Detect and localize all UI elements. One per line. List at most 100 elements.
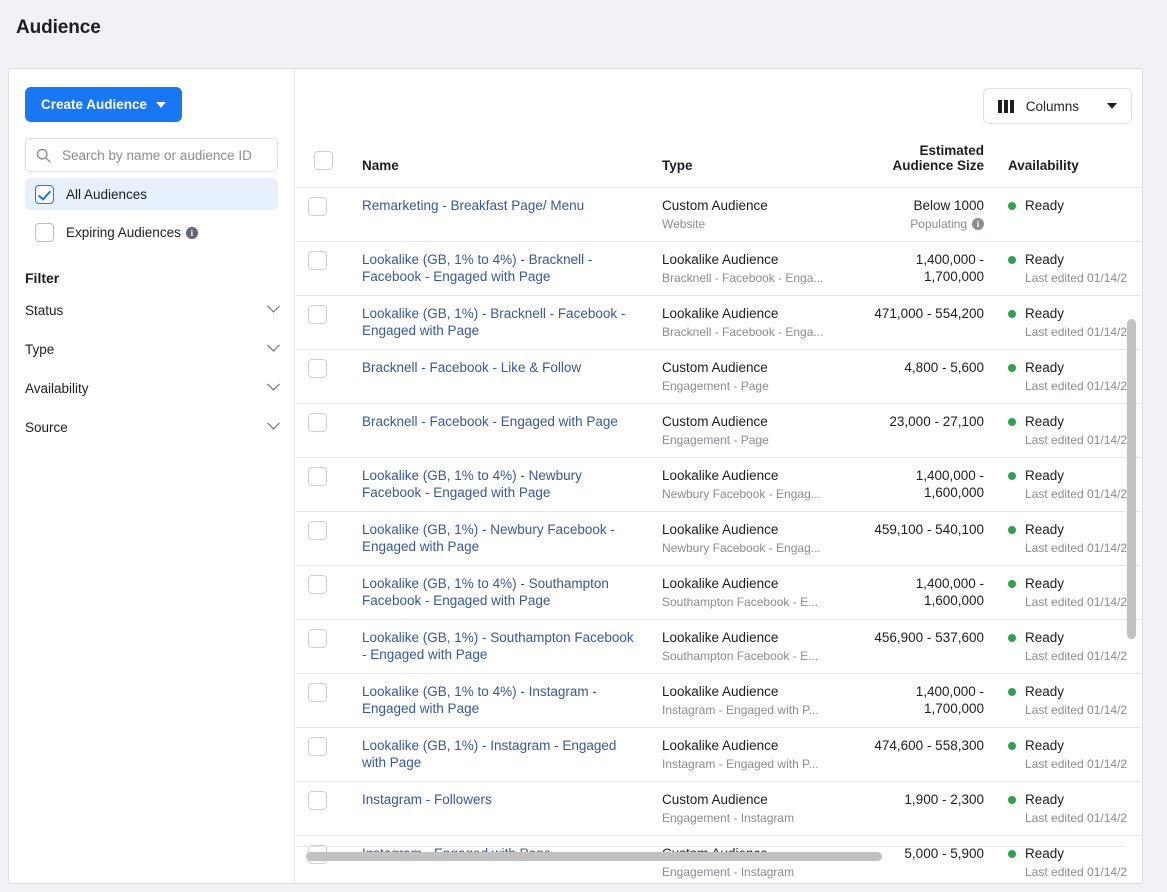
checkbox-expiring-audiences[interactable]	[35, 222, 54, 242]
create-audience-button[interactable]: Create Audience	[25, 87, 183, 122]
horizontal-scrollbar-thumb[interactable]	[306, 852, 882, 861]
checkbox-row[interactable]	[308, 521, 327, 540]
status-badge: Ready	[1008, 197, 1140, 214]
audience-name-link[interactable]: Lookalike (GB, 1% to 4%) - Bracknell - F…	[362, 251, 638, 285]
last-edited-text: Last edited 01/14/2	[1025, 379, 1128, 393]
row-select-cell	[296, 241, 350, 296]
status-badge: Ready	[1008, 683, 1140, 700]
table-header-row: Name Type Estimated Audience Size Availa…	[296, 143, 1142, 188]
search-box[interactable]	[25, 138, 278, 172]
checkbox-row[interactable]	[308, 575, 327, 594]
last-edited-text: Last edited 01/14/2	[1025, 757, 1128, 771]
audience-source: Instagram - Engaged with P...	[662, 757, 819, 771]
status-badge: Ready	[1008, 575, 1140, 592]
status-dot-icon	[1008, 363, 1016, 372]
table-row[interactable]: Bracknell - Facebook - Engaged with Page…	[296, 403, 1142, 458]
table-row[interactable]: Lookalike (GB, 1% to 4%) - Bracknell - F…	[296, 241, 1142, 296]
header-availability[interactable]: Availability	[996, 143, 1142, 188]
table-bottom-divider	[296, 846, 1124, 847]
table-panel: Columns Name Type Estimated Audience Siz…	[296, 69, 1142, 883]
checkbox-all-audiences[interactable]	[35, 184, 54, 204]
table-viewport[interactable]: Name Type Estimated Audience Size Availa…	[296, 143, 1142, 883]
audience-name-link[interactable]: Lookalike (GB, 1%) - Bracknell - Faceboo…	[362, 305, 638, 339]
audience-name-link[interactable]: Bracknell - Facebook - Like & Follow	[362, 359, 638, 376]
page-header: Audience	[0, 0, 1167, 55]
horizontal-scrollbar[interactable]	[306, 852, 1120, 861]
audience-name-link[interactable]: Instagram - Followers	[362, 791, 638, 808]
checkbox-row[interactable]	[308, 629, 327, 648]
row-availability-cell: Ready	[996, 187, 1142, 242]
info-icon[interactable]: i	[972, 218, 984, 230]
last-edited-text: Last edited 01/14/2	[1025, 433, 1128, 447]
status-badge: Ready	[1008, 305, 1140, 322]
vertical-scrollbar[interactable]	[1127, 319, 1136, 853]
filter-source[interactable]: Source	[25, 412, 280, 442]
columns-button[interactable]: Columns	[982, 88, 1132, 124]
filter-source-label: Source	[25, 419, 68, 435]
checkbox-select-all[interactable]	[313, 151, 333, 170]
filter-type[interactable]: Type	[25, 334, 280, 364]
checkbox-row[interactable]	[308, 467, 327, 486]
checkbox-row[interactable]	[308, 359, 327, 378]
availability-text: Ready	[1025, 630, 1065, 645]
scope-expiring-audiences[interactable]: Expiring Audiences i	[25, 216, 278, 248]
audience-name-link[interactable]: Lookalike (GB, 1%) - Instagram - Engaged…	[362, 737, 638, 771]
row-select-cell	[296, 673, 350, 728]
checkbox-row[interactable]	[308, 413, 327, 432]
vertical-scrollbar-thumb[interactable]	[1127, 319, 1136, 639]
table-row[interactable]: Lookalike (GB, 1%) - Newbury Facebook - …	[296, 511, 1142, 566]
audience-name-link[interactable]: Lookalike (GB, 1% to 4%) - Instagram - E…	[362, 683, 638, 717]
filter-status[interactable]: Status	[25, 295, 280, 325]
status-dot-icon	[1008, 633, 1016, 642]
audience-name-link[interactable]: Bracknell - Facebook - Engaged with Page	[362, 413, 638, 430]
filter-availability[interactable]: Availability	[25, 373, 280, 403]
table-row[interactable]: Instagram - Followers Custom Audience Enga…	[296, 781, 1142, 836]
table-row[interactable]: Lookalike (GB, 1% to 4%) - Southampton F…	[296, 565, 1142, 620]
table-row[interactable]: Lookalike (GB, 1%) - Bracknell - Faceboo…	[296, 295, 1142, 350]
row-size-cell: 1,400,000 - 1,700,000	[850, 673, 996, 728]
checkbox-row[interactable]	[308, 737, 327, 756]
chevron-down-icon	[1107, 103, 1117, 109]
audience-size: 1,400,000 - 1,700,000	[915, 684, 984, 716]
table-row[interactable]: Lookalike (GB, 1% to 4%) - Newbury Faceb…	[296, 457, 1142, 512]
table-row[interactable]: Bracknell - Facebook - Like & Follow Cust…	[296, 349, 1142, 404]
last-edited-text: Last edited 01/14/2	[1025, 703, 1128, 717]
row-name-cell: Lookalike (GB, 1% to 4%) - Newbury Faceb…	[350, 457, 650, 512]
row-size-cell: 1,900 - 2,300	[850, 781, 996, 836]
info-icon[interactable]: i	[185, 226, 198, 239]
row-select-cell	[296, 295, 350, 350]
audience-size-status-text: Populating	[910, 217, 967, 231]
search-input[interactable]	[60, 146, 267, 164]
table-row[interactable]: Lookalike (GB, 1% to 4%) - Instagram - E…	[296, 673, 1142, 728]
audience-size: 456,900 - 537,600	[874, 630, 984, 645]
scope-all-audiences[interactable]: All Audiences	[25, 178, 278, 210]
row-name-cell: Remarketing - Breakfast Page/ Menu	[350, 187, 650, 242]
checkbox-row[interactable]	[308, 683, 327, 702]
row-name-cell: Lookalike (GB, 1% to 4%) - Instagram - E…	[350, 673, 650, 728]
audience-type: Custom Audience	[662, 198, 768, 213]
table-row[interactable]: Lookalike (GB, 1%) - Southampton Faceboo…	[296, 619, 1142, 674]
audience-name-link[interactable]: Lookalike (GB, 1% to 4%) - Newbury Faceb…	[362, 467, 638, 501]
last-edited-text: Last edited 01/14/2	[1025, 325, 1128, 339]
audience-size: Below 1000	[913, 198, 984, 213]
row-availability-cell: Ready Last edited 01/14/2	[996, 403, 1142, 458]
header-type[interactable]: Type	[650, 143, 850, 188]
audience-type: Custom Audience	[662, 414, 768, 429]
audience-name-link[interactable]: Remarketing - Breakfast Page/ Menu	[362, 197, 638, 214]
row-name-cell: Instagram - Followers	[350, 781, 650, 836]
table-row[interactable]: Lookalike (GB, 1%) - Instagram - Engaged…	[296, 727, 1142, 782]
audience-table: Name Type Estimated Audience Size Availa…	[296, 143, 1142, 883]
row-select-cell	[296, 349, 350, 404]
header-name[interactable]: Name	[350, 143, 650, 188]
row-type-cell: Custom Audience Engagement - Page	[650, 403, 850, 458]
header-estimated-audience-size[interactable]: Estimated Audience Size	[850, 143, 996, 188]
audience-name-link[interactable]: Lookalike (GB, 1%) - Southampton Faceboo…	[362, 629, 638, 663]
checkbox-row[interactable]	[308, 791, 327, 810]
checkbox-row[interactable]	[308, 251, 327, 270]
checkbox-row[interactable]	[308, 305, 327, 324]
audience-name-link[interactable]: Lookalike (GB, 1%) - Newbury Facebook - …	[362, 521, 638, 555]
table-row[interactable]: Remarketing - Breakfast Page/ Menu Custom…	[296, 187, 1142, 242]
audience-name-link[interactable]: Lookalike (GB, 1% to 4%) - Southampton F…	[362, 575, 638, 609]
checkbox-row[interactable]	[308, 197, 327, 216]
last-edited-text: Last edited 01/14/2	[1025, 595, 1128, 609]
